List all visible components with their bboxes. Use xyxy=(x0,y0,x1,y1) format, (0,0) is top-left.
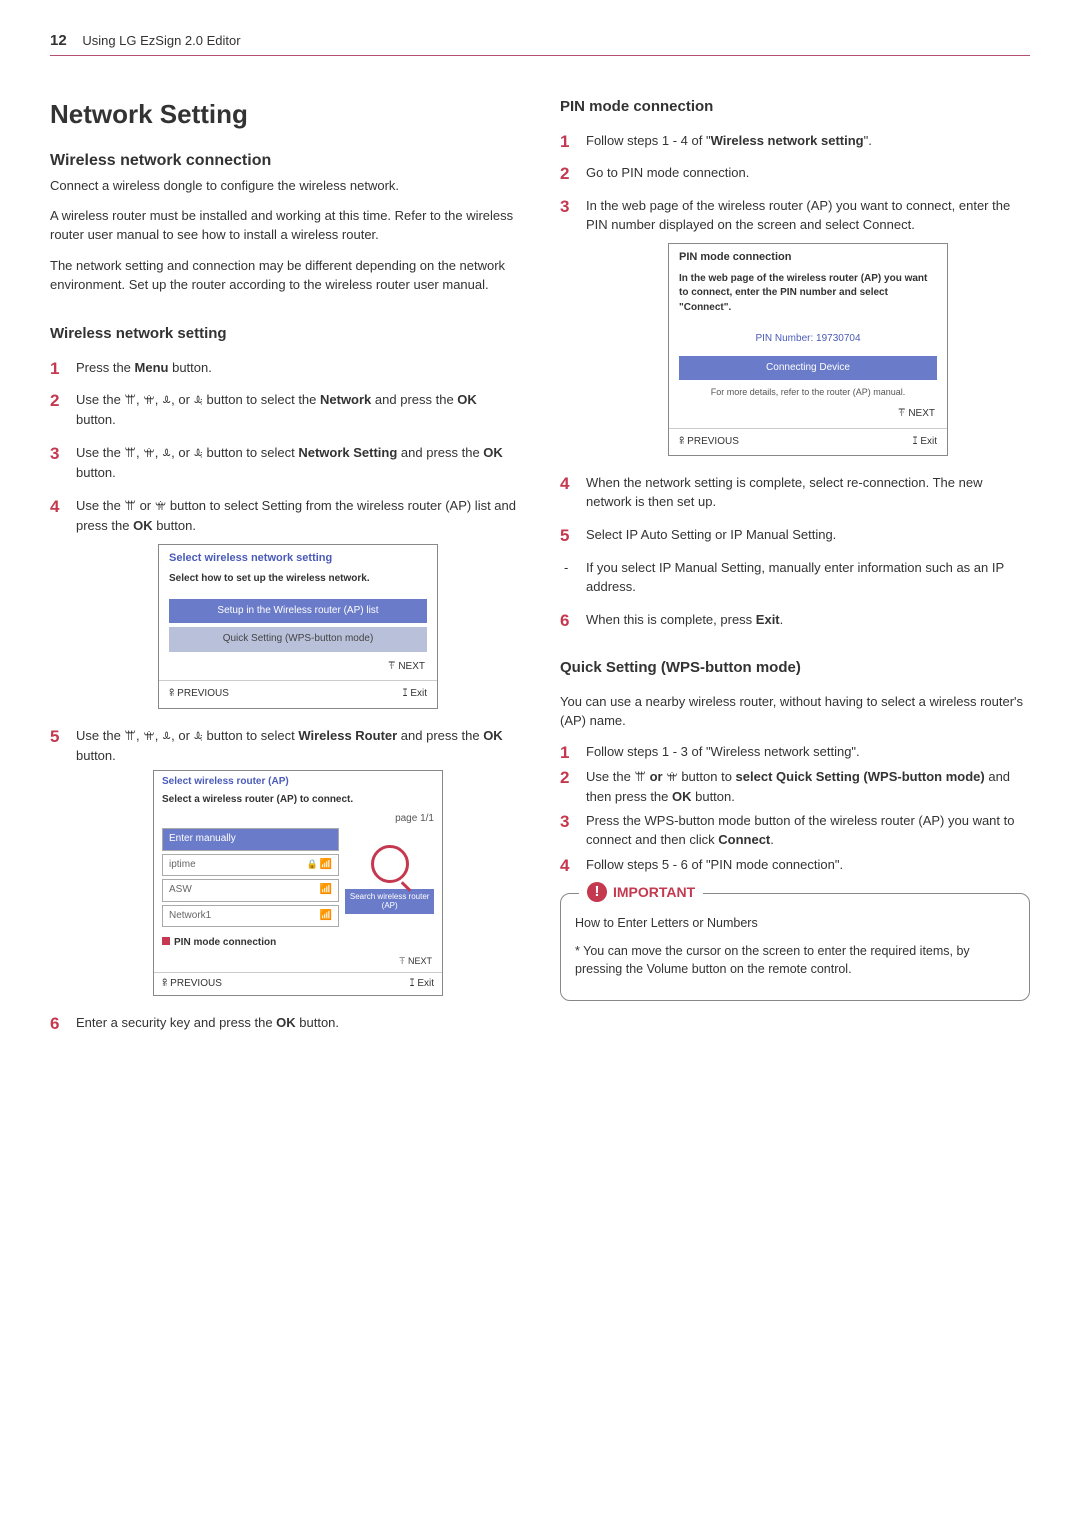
step-1: 1 Press the Menu button. xyxy=(50,359,520,378)
quick-step-4: 4 Follow steps 5 - 6 of "PIN mode connec… xyxy=(560,856,1030,875)
dialog3-note: For more details, refer to the router (A… xyxy=(669,384,947,403)
dialog3-next[interactable]: ꔉ NEXT xyxy=(669,403,947,428)
left-column: Network Setting Wireless network connect… xyxy=(50,96,520,1047)
dialog1-desc: Select how to set up the wireless networ… xyxy=(159,568,437,595)
header-section: Using LG EzSign 2.0 Editor xyxy=(82,33,240,48)
dialog2-sub: Select a wireless router (AP) to connect… xyxy=(154,791,442,812)
dialog3-previous[interactable]: ꕉ PREVIOUS xyxy=(679,435,739,450)
pin-step-4: 4 When the network setting is complete, … xyxy=(560,474,1030,512)
quick-setting-steps: 1 Follow steps 1 - 3 of "Wireless networ… xyxy=(560,743,1030,875)
router-iptime[interactable]: iptime🔒📶 xyxy=(162,854,339,877)
quick-setting-intro: You can use a nearby wireless router, wi… xyxy=(560,693,1030,731)
page-header: 12 Using LG EzSign 2.0 Editor xyxy=(50,30,1030,56)
router-list: Enter manually iptime🔒📶 ASW📶 Network1📶 xyxy=(162,828,339,930)
dialog2-exit[interactable]: ꕯ Exit xyxy=(409,977,434,992)
important-label: ! IMPORTANT xyxy=(579,882,703,902)
step-5: 5 Use the ꕌ, ꕍ, ꕊ, or ꕋ button to select… xyxy=(50,727,520,996)
quick-step-1: 1 Follow steps 1 - 3 of "Wireless networ… xyxy=(560,743,1030,762)
pin-dash-note: -If you select IP Manual Setting, manual… xyxy=(560,559,1030,597)
pin-mode-steps: 1 Follow steps 1 - 4 of "Wireless networ… xyxy=(560,132,1030,545)
step-2: 2 Use the ꕌ, ꕍ, ꕊ, or ꕋ button to select… xyxy=(50,391,520,430)
page-number: 12 xyxy=(50,32,67,49)
pin-step-6: 6 When this is complete, press Exit. xyxy=(560,611,1030,630)
dialog1-option-ap-list[interactable]: Setup in the Wireless router (AP) list xyxy=(169,599,427,624)
wnc-para-1: Connect a wireless dongle to configure t… xyxy=(50,177,520,196)
dialog1-previous[interactable]: ꕉ PREVIOUS xyxy=(169,687,229,702)
dialog1-next[interactable]: ꔉ NEXT xyxy=(159,656,437,681)
quick-setting-heading: Quick Setting (WPS-button mode) xyxy=(560,657,1030,679)
pin-mode-steps-cont: 6 When this is complete, press Exit. xyxy=(560,611,1030,630)
quick-step-2: 2 Use the ꕌ or ꕍ button to select Quick … xyxy=(560,768,1030,807)
magnifier-icon xyxy=(371,845,409,883)
important-box: ! IMPORTANT How to Enter Letters or Numb… xyxy=(560,893,1030,1001)
dialog1-exit[interactable]: ꕯ Exit xyxy=(402,687,427,702)
exclamation-icon: ! xyxy=(587,882,607,902)
wifi-icon: 📶 xyxy=(320,858,332,873)
important-bullet: * You can move the cursor on the screen … xyxy=(575,942,1015,978)
router-network1[interactable]: Network1📶 xyxy=(162,905,339,928)
search-wireless-button[interactable]: Search wireless router (AP) xyxy=(345,889,434,914)
wifi-icon: 📶 xyxy=(320,883,332,898)
pin-mode-connection-row[interactable]: PIN mode connection xyxy=(154,934,442,955)
dialog1-title: Select wireless network setting xyxy=(159,545,437,569)
dialog3-desc: In the web page of the wireless router (… xyxy=(669,268,947,324)
pin-step-5: 5 Select IP Auto Setting or IP Manual Se… xyxy=(560,526,1030,545)
pin-mode-heading: PIN mode connection xyxy=(560,96,1030,118)
dialog2-next[interactable]: ꔉ NEXT xyxy=(154,955,442,972)
router-enter-manually[interactable]: Enter manually xyxy=(162,828,339,851)
step-6: 6 Enter a security key and press the OK … xyxy=(50,1014,520,1033)
step-4: 4 Use the ꕌ or ꕍ button to select Settin… xyxy=(50,497,520,709)
quick-step-3: 3 Press the WPS-button mode button of th… xyxy=(560,812,1030,850)
dialog2-previous[interactable]: ꕉ PREVIOUS xyxy=(162,977,222,992)
router-asw[interactable]: ASW📶 xyxy=(162,879,339,902)
dialog1-option-wps[interactable]: Quick Setting (WPS-button mode) xyxy=(169,627,427,652)
dialog3-connecting[interactable]: Connecting Device xyxy=(679,356,937,381)
dialog3-pin-number: PIN Number: 19730704 xyxy=(679,327,937,352)
pin-mode-dialog: PIN mode connection In the web page of t… xyxy=(668,243,948,456)
dialog3-title: PIN mode connection xyxy=(669,244,947,268)
dialog2-page: page 1/1 xyxy=(154,812,442,829)
main-heading: Network Setting xyxy=(50,96,520,134)
wireless-setting-steps: 1 Press the Menu button. 2 Use the ꕌ, ꕍ,… xyxy=(50,359,520,1033)
select-network-setting-dialog: Select wireless network setting Select h… xyxy=(158,544,438,709)
important-line-1: How to Enter Letters or Numbers xyxy=(575,914,1015,932)
wnc-para-2: A wireless router must be installed and … xyxy=(50,207,520,245)
right-column: PIN mode connection 1 Follow steps 1 - 4… xyxy=(560,96,1030,1047)
pin-step-3: 3 In the web page of the wireless router… xyxy=(560,197,1030,456)
step-3: 3 Use the ꕌ, ꕍ, ꕊ, or ꕋ button to select… xyxy=(50,444,520,483)
select-router-dialog: Select wireless router (AP) Select a wir… xyxy=(153,770,443,997)
lock-icon: 🔒 xyxy=(307,858,318,871)
wifi-icon: 📶 xyxy=(320,909,332,924)
pin-step-2: 2 Go to PIN mode connection. xyxy=(560,164,1030,183)
wnc-para-3: The network setting and connection may b… xyxy=(50,257,520,295)
wireless-connection-heading: Wireless network connection xyxy=(50,149,520,172)
dialog2-title: Select wireless router (AP) xyxy=(154,771,442,792)
dialog3-exit[interactable]: ꕯ Exit xyxy=(912,435,937,450)
pin-step-1: 1 Follow steps 1 - 4 of "Wireless networ… xyxy=(560,132,1030,151)
wireless-setting-heading: Wireless network setting xyxy=(50,323,520,345)
